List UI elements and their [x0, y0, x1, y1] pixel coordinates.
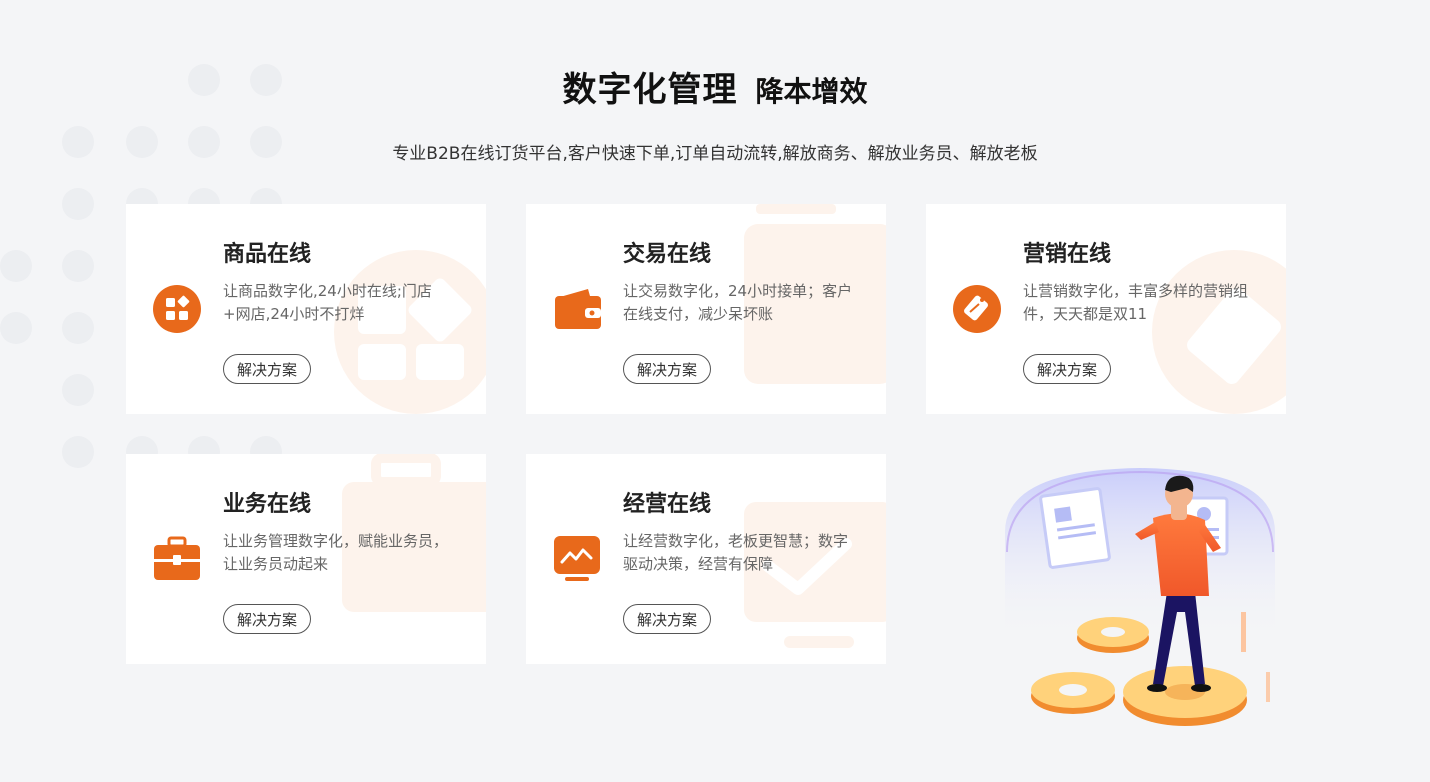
trend-monitor-icon — [554, 536, 600, 581]
card-marketing-online: 营销在线 让营销数字化，丰富多样的营销组件，天天都是双11 解决方案 — [926, 204, 1286, 414]
price-tag-icon — [953, 285, 1001, 333]
solution-button[interactable]: 解决方案 — [223, 604, 312, 634]
card-description: 让交易数字化，24小时接单；客户在线支付，减少呆坏账 — [623, 282, 853, 323]
page-title-suffix: 降本增效 — [755, 75, 868, 108]
card-title: 营销在线 — [1023, 242, 1112, 267]
resume-card-icon — [1039, 487, 1111, 569]
wallet-icon — [555, 289, 601, 329]
card-title: 业务在线 — [223, 492, 312, 517]
card-description: 让营销数字化，丰富多样的营销组件，天天都是双11 — [1023, 282, 1249, 323]
card-description: 让商品数字化,24小时在线;门店+网店,24小时不打烊 — [223, 282, 432, 323]
page-title-main: 数字化管理 — [562, 70, 738, 110]
card-description: 让经营数字化，老板更智慧；数字驱动决策，经营有保障 — [623, 532, 849, 573]
solution-button[interactable]: 解决方案 — [623, 354, 712, 384]
solution-button[interactable]: 解决方案 — [1023, 354, 1112, 384]
card-title: 商品在线 — [223, 242, 312, 267]
solution-button[interactable]: 解决方案 — [623, 604, 712, 634]
page-title: 数字化管理 降本增效 — [0, 62, 1430, 111]
card-title: 经营在线 — [623, 492, 712, 517]
card-transaction-online: 交易在线 让交易数字化，24小时接单；客户在线支付，减少呆坏账 解决方案 — [526, 204, 886, 414]
card-operation-online: 经营在线 让经营数字化，老板更智慧；数字驱动决策，经营有保障 解决方案 — [526, 454, 886, 664]
page-subtitle: 专业B2B在线订货平台,客户快速下单,订单自动流转,解放商务、解放业务员、解放老… — [392, 144, 1038, 164]
briefcase-icon — [154, 536, 200, 580]
card-product-online: 商品在线 让商品数字化,24小时在线;门店+网店,24小时不打烊 解决方案 — [126, 204, 486, 414]
grid-apps-icon — [153, 285, 201, 333]
card-title: 交易在线 — [623, 242, 712, 267]
solution-button[interactable]: 解决方案 — [223, 354, 312, 384]
person-with-gears-illustration — [1005, 468, 1275, 726]
card-description: 让业务管理数字化，赋能业务员，让业务员动起来 — [223, 532, 449, 573]
card-business-online: 业务在线 让业务管理数字化，赋能业务员，让业务员动起来 解决方案 — [126, 454, 486, 664]
